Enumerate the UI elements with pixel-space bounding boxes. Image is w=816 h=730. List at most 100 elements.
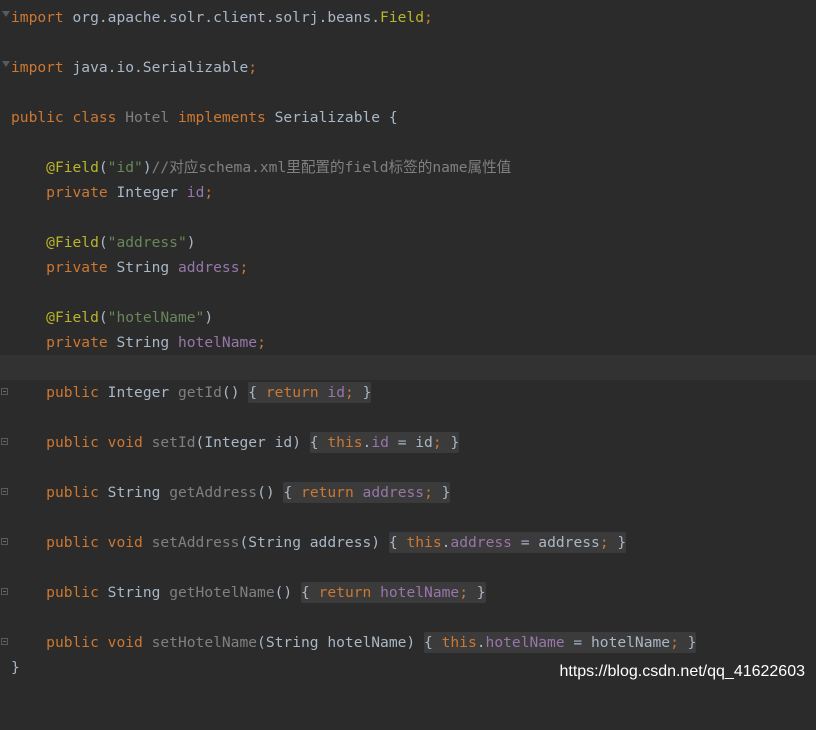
semicolon: ; — [423, 9, 433, 26]
semicolon: ; — [239, 259, 249, 276]
fold-expand-icon[interactable] — [1, 638, 8, 645]
assignment: = hotelName — [573, 634, 671, 651]
keyword: return — [318, 584, 372, 601]
interface-name: Serializable { — [274, 109, 398, 126]
type-name: String — [107, 484, 161, 501]
code-line-24[interactable]: public String getHotelName() { return ho… — [0, 580, 816, 605]
type-name: String — [107, 584, 161, 601]
semicolon: ; — [204, 184, 214, 201]
fold-marker-icon[interactable] — [2, 11, 10, 17]
string-literal: "id" — [107, 159, 143, 176]
params: (String hotelName) — [257, 634, 416, 651]
keyword: this — [441, 634, 477, 651]
semicolon: ; — [257, 334, 266, 351]
keyword: this — [406, 534, 442, 551]
field-name: hotelName — [380, 584, 460, 601]
folded-body[interactable]: { this.id = id; } — [309, 432, 460, 453]
method-name: setHotelName — [151, 634, 258, 651]
folded-body[interactable]: { return id; } — [248, 382, 372, 403]
keyword: private — [46, 334, 108, 351]
folded-body[interactable]: { this.address = address; } — [388, 532, 627, 553]
paren: ( — [98, 309, 108, 326]
keyword: public class — [11, 109, 117, 126]
field-name: id — [371, 434, 389, 451]
code-editor[interactable]: import org.apache.solr.client.solrj.bean… — [0, 0, 816, 692]
code-line-13[interactable]: @Field("hotelName") — [0, 305, 816, 330]
fold-expand-icon[interactable] — [1, 588, 8, 595]
current-line[interactable] — [0, 355, 816, 380]
code-line-8[interactable]: private Integer id; — [0, 180, 816, 205]
code-line-26[interactable]: public void setHotelName(String hotelNam… — [0, 630, 816, 655]
code-line-7[interactable]: @Field("id")//对应schema.xml里配置的field标签的na… — [0, 155, 816, 180]
semicolon: ; — [670, 634, 679, 651]
package-path: org.apache.solr.client.solrj.beans. — [72, 9, 381, 26]
keyword: public — [46, 584, 99, 601]
code-line-16[interactable]: public Integer getId() { return id; } — [0, 380, 816, 405]
code-line-11[interactable]: private String address; — [0, 255, 816, 280]
field-name: id — [186, 184, 205, 201]
keyword: private — [46, 184, 108, 201]
semicolon: ; — [599, 534, 609, 551]
brace: } — [450, 434, 460, 451]
method-name: setId — [151, 434, 196, 451]
code-line-5[interactable]: public class Hotel implements Serializab… — [0, 105, 816, 130]
method-name: getAddress — [169, 484, 258, 501]
string-literal: "hotelName" — [107, 309, 205, 326]
keyword: public void — [46, 434, 143, 451]
brace: } — [476, 584, 486, 601]
fold-expand-icon[interactable] — [1, 388, 8, 395]
fold-expand-icon[interactable] — [1, 438, 8, 445]
paren: ) — [186, 234, 196, 251]
code-line-1[interactable]: import org.apache.solr.client.solrj.bean… — [0, 5, 816, 30]
field-name: hotelName — [485, 634, 565, 651]
assignment: = address — [520, 534, 600, 551]
code-line-20[interactable]: public String getAddress() { return addr… — [0, 480, 816, 505]
assignment: = id — [397, 434, 433, 451]
params: () — [257, 484, 275, 501]
code-line-10[interactable]: @Field("address") — [0, 230, 816, 255]
keyword: import — [11, 59, 64, 76]
keyword: public — [46, 384, 99, 401]
keyword: public void — [46, 634, 143, 651]
code-line-14[interactable]: private String hotelName; — [0, 330, 816, 355]
method-name: setAddress — [151, 534, 240, 551]
watermark-url: https://blog.csdn.net/qq_41622603 — [559, 663, 805, 680]
code-line-18[interactable]: public void setId(Integer id) { this.id … — [0, 430, 816, 455]
type-name: Integer — [116, 184, 178, 201]
annotation: @Field — [46, 234, 99, 251]
keyword: this — [327, 434, 363, 451]
keyword: implements — [177, 109, 266, 126]
folded-body[interactable]: { return address; } — [283, 482, 451, 503]
keyword: public — [46, 484, 99, 501]
method-name: getHotelName — [169, 584, 275, 601]
keyword: private — [46, 259, 108, 276]
brace: { — [283, 484, 293, 501]
type-name: String — [116, 334, 170, 351]
params: (String address) — [239, 534, 381, 551]
brace: { — [424, 634, 433, 651]
field-name: address — [450, 534, 512, 551]
brace: { — [301, 584, 310, 601]
params: () — [221, 384, 240, 401]
code-line-22[interactable]: public void setAddress(String address) {… — [0, 530, 816, 555]
folded-body[interactable]: { this.hotelName = hotelName; } — [424, 632, 697, 653]
fold-marker-icon[interactable] — [2, 61, 10, 67]
fold-expand-icon[interactable] — [1, 488, 8, 495]
code-line-3[interactable]: import java.io.Serializable; — [0, 55, 816, 80]
class-ref: Field — [380, 9, 424, 26]
semicolon: ; — [432, 434, 442, 451]
field-name: hotelName — [177, 334, 258, 351]
dot: . — [362, 434, 372, 451]
folded-body[interactable]: { return hotelName; } — [301, 582, 486, 603]
params: (Integer id) — [195, 434, 301, 451]
keyword: import — [11, 9, 64, 26]
field-name: address — [362, 484, 425, 501]
brace: } — [617, 534, 627, 551]
dot: . — [476, 634, 486, 651]
semicolon: ; — [459, 584, 468, 601]
paren: ( — [98, 159, 108, 176]
brace: } — [441, 484, 451, 501]
params: () — [274, 584, 293, 601]
fold-expand-icon[interactable] — [1, 538, 8, 545]
field-name: id — [327, 384, 345, 401]
